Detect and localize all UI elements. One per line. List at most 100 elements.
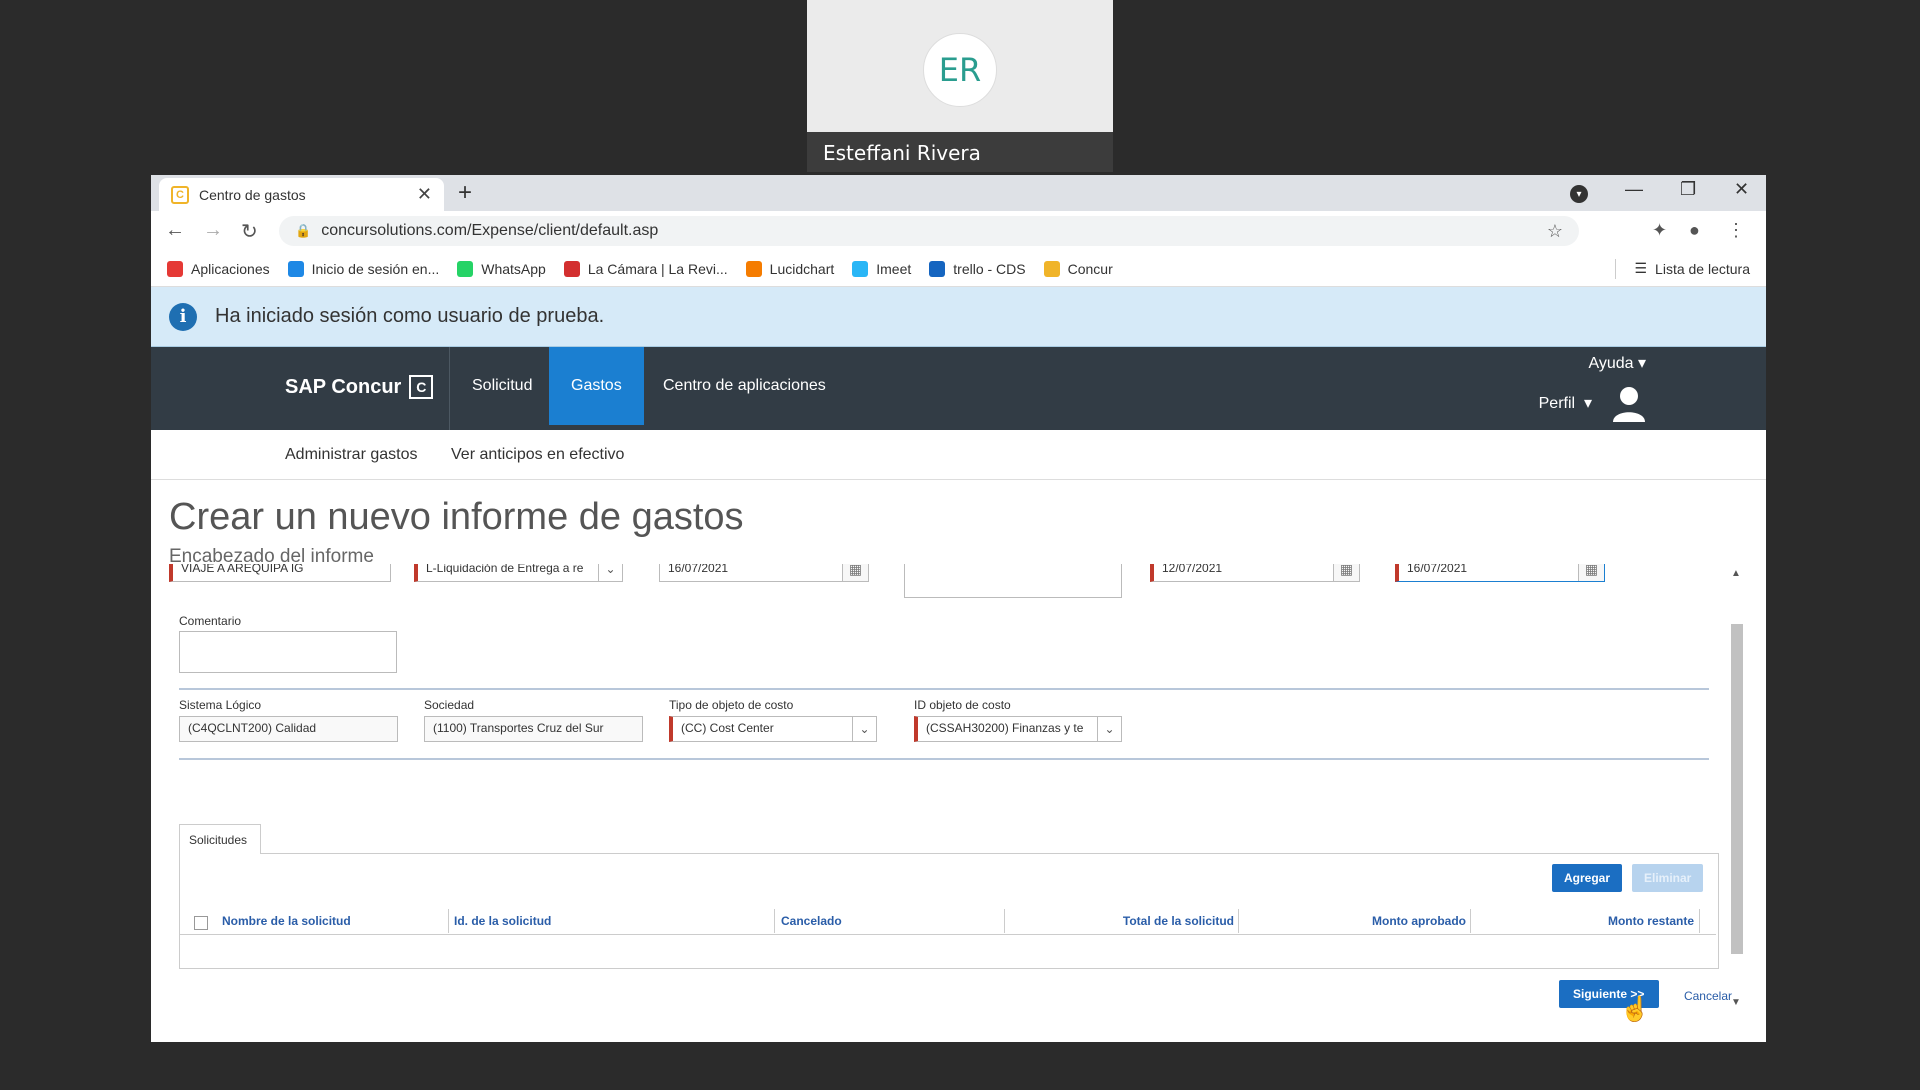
select-all-checkbox[interactable] [194,916,208,930]
col-separator [1470,909,1471,933]
col-separator [1004,909,1005,933]
calendar-icon[interactable]: ▦ [1578,564,1604,581]
calendar-icon[interactable]: ▦ [1333,564,1359,581]
cost-object-id-select[interactable]: (CSSAH30200) Finanzas y te ⌄ [914,716,1122,742]
bookmark-item[interactable]: Imeet [852,260,911,277]
extensions-icon[interactable]: ✦ [1652,220,1667,241]
calendar-icon[interactable]: ▦ [842,564,868,581]
trello-icon [929,260,946,277]
new-tab-button[interactable]: + [458,179,472,207]
bookmark-item[interactable]: WhatsApp [457,260,546,277]
minimize-icon[interactable]: — [1625,179,1643,200]
add-button[interactable]: Agregar [1552,864,1623,892]
report-header-form: VIAJE A AREQUIPA IG L-Liquidación de Ent… [169,564,1744,1012]
profile-label: Perfil [1538,395,1576,412]
reload-icon[interactable]: ↻ [241,219,258,244]
col-separator [448,909,449,933]
col-approved-amount[interactable]: Monto aprobado [1244,909,1466,933]
cost-object-id-value: (CSSAH30200) Finanzas y te [926,721,1084,735]
company-field: (1100) Transportes Cruz del Sur [424,716,643,742]
report-name-value: VIAJE A AREQUIPA IG [181,564,304,575]
col-request-name[interactable]: Nombre de la solicitud [222,909,351,933]
start-date-field[interactable]: 12/07/2021 ▦ [1150,564,1360,582]
concur-logo-icon: C [409,375,434,399]
bookmark-item[interactable]: Lucidchart [745,260,834,277]
tab-search-icon[interactable]: ▾ [1570,185,1588,203]
bookmark-star-icon[interactable]: ☆ [1547,221,1563,242]
bookmark-item[interactable]: Aplicaciones [167,260,270,277]
bookmark-label: La Cámara | La Revi... [587,260,728,277]
browser-toolbar: ← → ↻ 🔒 concursolutions.com/Expense/clie… [151,211,1766,251]
lc-icon [563,260,580,277]
tab-strip: C Centro de gastos ✕ + ▾ — ❐ ✕ [151,175,1766,211]
scroll-up-icon[interactable]: ▲ [1731,568,1741,579]
divider [179,688,1709,690]
browser-window: C Centro de gastos ✕ + ▾ — ❐ ✕ ← → ↻ 🔒 c… [151,175,1766,1042]
participant-avatar: ER [923,33,997,107]
report-name-field[interactable]: VIAJE A AREQUIPA IG [169,564,391,582]
help-menu[interactable]: Ayuda ▾ [1588,353,1646,373]
address-bar[interactable]: 🔒 concursolutions.com/Expense/client/def… [279,216,1579,246]
bookmark-label: Inicio de sesión en... [311,260,440,277]
header-underline [180,934,1716,935]
scroll-thumb[interactable] [1731,624,1743,954]
reading-list-button[interactable]: ☰ Lista de lectura [1634,260,1750,277]
profile-icon[interactable]: ● [1689,220,1700,241]
cost-object-id-label: ID objeto de costo [914,698,1011,712]
restore-icon[interactable]: ❐ [1680,179,1696,200]
sap-concur-logo[interactable]: SAP Concur C [285,375,434,399]
concur-icon [1043,260,1060,277]
hand-cursor-icon: ☝ [1620,996,1650,1023]
bookmark-item[interactable]: La Cámara | La Revi... [563,260,728,277]
col-remaining-amount[interactable]: Monto restante [1476,909,1694,933]
window-close-icon[interactable]: ✕ [1734,179,1749,200]
date-field[interactable]: 16/07/2021 ▦ [659,564,869,582]
date-value: 16/07/2021 [668,564,729,575]
tab-solicitudes[interactable]: Solicitudes [179,824,261,854]
delete-button: Eliminar [1632,864,1704,892]
cost-object-type-select[interactable]: (CC) Cost Center ⌄ [669,716,877,742]
col-request-id[interactable]: Id. de la solicitud [454,909,551,933]
start-date-value: 12/07/2021 [1162,564,1223,575]
subnav-anticipos[interactable]: Ver anticipos en efectivo [451,446,624,464]
policy-value: L-Liquidación de Entrega a re [426,564,584,575]
profile-menu[interactable]: Perfil ▾ [1539,393,1592,413]
forward-icon[interactable]: → [203,219,223,242]
logical-system-label: Sistema Lógico [179,698,262,712]
bookmark-item[interactable]: trello - CDS [929,260,1026,277]
user-avatar-icon[interactable] [1612,385,1646,423]
concur-favicon-icon: C [171,185,189,204]
bookmark-item[interactable]: Concur [1043,260,1113,277]
comment-label: Comentario [179,614,242,628]
col-request-total[interactable]: Total de la solicitud [1010,909,1234,933]
col-cancelled[interactable]: Cancelado [781,909,842,933]
cancel-link[interactable]: Cancelar [1684,989,1732,1003]
nav-gastos[interactable]: Gastos [549,347,644,425]
apps-grid-icon [167,260,183,277]
browser-tab[interactable]: C Centro de gastos ✕ [159,178,444,211]
logical-system-field: (C4QCLNT200) Calidad [179,716,398,742]
bookmark-item[interactable]: Inicio de sesión en... [287,260,440,277]
menu-icon[interactable]: ⋮ [1727,220,1745,241]
policy-select[interactable]: L-Liquidación de Entrega a re ⌄ [414,564,623,582]
lock-icon: 🔒 [295,223,312,238]
url-text: concursolutions.com/Expense/client/defau… [321,222,659,239]
comment-field[interactable] [179,631,397,673]
scroll-down-icon[interactable]: ▼ [1731,997,1741,1008]
bookmark-label: Concur [1067,260,1113,277]
cost-object-type-label: Tipo de objeto de costo [669,698,794,712]
nav-solicitud[interactable]: Solicitud [450,347,554,425]
col-separator [1238,909,1239,933]
subnav-administrar-gastos[interactable]: Administrar gastos [285,446,418,464]
bookmark-label: trello - CDS [953,260,1026,277]
blank-field[interactable] [904,564,1122,598]
test-user-banner: i Ha iniciado sesión como usuario de pru… [151,287,1766,347]
end-date-field[interactable]: 16/07/2021 ▦ [1395,564,1605,582]
nav-centro-aplicaciones[interactable]: Centro de aplicaciones [641,347,848,425]
bookmark-label: Aplicaciones [191,260,270,277]
close-tab-icon[interactable]: ✕ [417,184,432,205]
back-icon[interactable]: ← [165,219,185,242]
page-title: Crear un nuevo informe de gastos [169,496,744,538]
lucidchart-icon [745,260,762,277]
form-scrollbar[interactable]: ▲ ▼ [1728,564,1744,1012]
